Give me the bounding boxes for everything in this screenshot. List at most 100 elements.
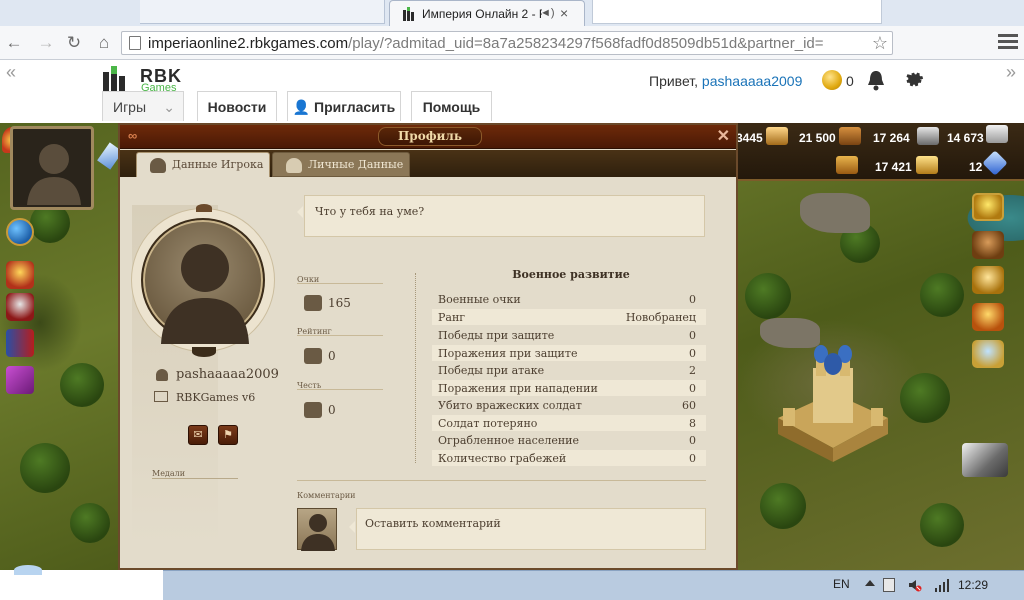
tray-expand-icon[interactable]: [865, 580, 875, 586]
nav-games-label: Игры: [113, 99, 147, 115]
row-name: Убито вражеских солдат: [438, 399, 582, 412]
divider: [152, 478, 238, 479]
game-canvas[interactable]: 3445 21 500 17 264 14 673 17 421 12 ∞ Пр…: [0, 123, 1024, 570]
address-bar[interactable]: imperiaonline2.rbkgames.com/play/?admita…: [121, 31, 893, 55]
diamond-icon[interactable]: [982, 150, 1008, 176]
status-input[interactable]: Что у тебя на уме?: [297, 195, 705, 237]
browser-tab-active[interactable]: Империя Онлайн 2 - F ◄) ×: [389, 0, 585, 26]
coin-icon[interactable]: [822, 70, 842, 90]
wood-icon[interactable]: [839, 127, 861, 145]
bookmark-star-icon[interactable]: ☆: [872, 33, 888, 54]
book-icon[interactable]: [6, 366, 34, 394]
stone-icon[interactable]: [986, 125, 1008, 143]
row-value: 0: [689, 329, 696, 342]
row-name: Ограбленное население: [438, 434, 580, 447]
resource-stone-value: 14 673: [947, 131, 984, 145]
tree: [760, 483, 806, 529]
tree: [60, 363, 104, 407]
knight-icon[interactable]: [6, 293, 34, 321]
send-message-button[interactable]: ✉: [188, 425, 208, 445]
divider: [297, 335, 383, 336]
divider: [297, 283, 383, 284]
globe-icon[interactable]: [6, 218, 34, 246]
table-row: Поражения при нападении 0: [432, 380, 706, 396]
avatar-ornament: [196, 204, 212, 212]
volume-muted-icon[interactable]: [908, 578, 922, 592]
action-center-flag-icon[interactable]: [883, 578, 895, 592]
home-icon[interactable]: ⌂: [94, 33, 114, 53]
flag-icon[interactable]: [6, 329, 34, 357]
row-value: 0: [689, 347, 696, 360]
browser-menu-icon[interactable]: [998, 34, 1018, 52]
resource-iron-value: 17 264: [873, 131, 910, 145]
nav-games-dropdown[interactable]: Игры ⌄: [102, 91, 184, 121]
bell-icon[interactable]: [866, 69, 886, 91]
coins-icon[interactable]: [916, 156, 938, 174]
row-value: 8: [689, 417, 696, 430]
chest-icon[interactable]: [972, 231, 1004, 259]
forward-arrow-icon[interactable]: →: [36, 33, 56, 53]
language-indicator[interactable]: EN: [833, 577, 850, 591]
row-value: 0: [689, 293, 696, 306]
start-button[interactable]: [14, 565, 42, 575]
tree: [920, 273, 964, 317]
player-avatar-frame[interactable]: [10, 126, 94, 210]
crown-icon[interactable]: [6, 261, 34, 289]
gear-icon[interactable]: [903, 69, 924, 90]
table-row: Военные очки 0: [432, 291, 706, 307]
nav-invite-button[interactable]: 👤 Пригласить: [287, 91, 401, 121]
status-placeholder: Что у тебя на уме?: [315, 205, 425, 218]
timer-icon[interactable]: [972, 193, 1004, 221]
profile-window-header[interactable]: ∞ Профиль ✕: [120, 125, 736, 149]
table-row: Победы при защите 0: [432, 327, 706, 343]
network-signal-icon[interactable]: [934, 578, 950, 592]
server-icon: [154, 391, 168, 402]
military-title: Военное развитие: [512, 268, 630, 281]
gold-icon[interactable]: [766, 127, 788, 145]
vertical-divider: [415, 273, 416, 463]
tab-close-icon[interactable]: ×: [560, 5, 568, 21]
castle-building[interactable]: [768, 338, 898, 463]
comment-input[interactable]: Оставить комментарий: [349, 508, 706, 550]
table-row: Убито вражеских солдат 60: [432, 397, 706, 413]
person-icon: 👤: [292, 99, 311, 115]
catapult-icon[interactable]: [962, 443, 1008, 477]
new-tab-button[interactable]: [592, 0, 882, 24]
crown-gold-icon[interactable]: [972, 303, 1004, 331]
url-text[interactable]: imperiaonline2.rbkgames.com/play/?admita…: [148, 35, 868, 52]
browser-tab-strip: Империя Онлайн 2 - F ◄) ×: [0, 0, 1024, 26]
close-icon[interactable]: ✕: [717, 126, 730, 146]
nav-help-button[interactable]: Помощь: [411, 91, 492, 121]
profile-tab-bar: Данные Игрока Личные Данные: [120, 150, 736, 177]
table-row: Ограбленное население 0: [432, 432, 706, 448]
clock[interactable]: 12:29: [958, 578, 988, 592]
avatar-silhouette-icon: [301, 514, 335, 551]
tab-player-data[interactable]: Данные Игрока: [136, 152, 270, 177]
speaker-icon[interactable]: ◄): [540, 7, 555, 19]
tree: [745, 273, 791, 319]
avatar-silhouette-icon: [161, 244, 249, 344]
collapse-right-icon[interactable]: »: [1006, 62, 1016, 83]
row-name: Солдат потеряно: [438, 417, 538, 430]
help-quest-icon[interactable]: [972, 340, 1004, 368]
food-icon[interactable]: [836, 156, 858, 174]
resource-gold-value: 3445: [736, 131, 763, 145]
nav-news-button[interactable]: Новости: [197, 91, 277, 121]
collapse-left-icon[interactable]: «: [6, 62, 16, 83]
row-value: 2: [689, 364, 696, 377]
profile-avatar[interactable]: [131, 204, 275, 357]
player-head-icon: [150, 158, 166, 173]
profile-username: pashaaaaa2009: [176, 367, 279, 382]
table-row: Поражения при защите 0: [432, 345, 706, 361]
treasure-icon[interactable]: [972, 266, 1004, 294]
iron-icon[interactable]: [917, 127, 939, 145]
resource-gems-value: 12: [969, 160, 983, 174]
reload-icon[interactable]: ↻: [64, 33, 84, 53]
browser-tab-inactive-left[interactable]: [140, 0, 385, 24]
personal-icon: [286, 158, 302, 173]
greeting-username-link[interactable]: pashaaaaa2009: [702, 73, 802, 89]
greeting-prefix: Привет,: [649, 73, 699, 89]
tab-personal-data[interactable]: Личные Данные: [272, 152, 410, 177]
back-arrow-icon[interactable]: ←: [4, 33, 24, 53]
alliance-button[interactable]: ⚑: [218, 425, 238, 445]
